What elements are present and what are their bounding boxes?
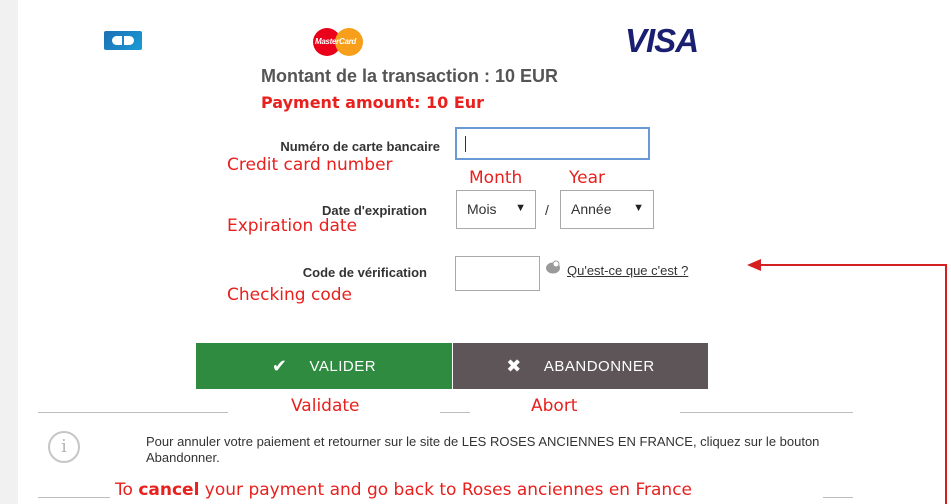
divider <box>823 497 853 498</box>
divider <box>38 497 110 498</box>
dropdown-arrow-icon: ▼ <box>515 202 526 214</box>
card-number-input[interactable] <box>455 127 650 160</box>
checkmark-icon: ✔ <box>271 355 288 376</box>
text-caret <box>465 136 466 152</box>
divider <box>38 412 228 413</box>
card-number-label: Numéro de carte bancaire <box>280 139 440 154</box>
cancel-note-emphasis: cancel <box>138 480 200 500</box>
validate-button[interactable]: ✔ VALIDER <box>196 343 452 389</box>
transaction-amount: Montant de la transaction : 10 EUR <box>261 66 559 86</box>
cancel-info-text: Pour annuler votre paiement et retourner… <box>146 434 820 465</box>
year-translation: Year <box>569 168 605 188</box>
expiry-year-select[interactable]: Année ▼ <box>560 190 654 229</box>
expiry-year-value: Année <box>571 201 612 217</box>
dropdown-arrow-icon: ▼ <box>633 202 644 214</box>
visa-logo: VISA <box>625 22 699 59</box>
card-number-translation: Credit card number <box>227 155 393 175</box>
info-icon: i <box>48 431 80 463</box>
validate-button-label: VALIDER <box>309 357 377 375</box>
left-margin-strip <box>0 0 18 504</box>
cancel-translation-note: To cancel your payment and go back to Ro… <box>115 480 692 500</box>
mastercard-logo: MasterCard <box>313 28 365 56</box>
divider <box>680 412 853 413</box>
what-is-this-link[interactable]: Qu'est-ce que c'est ? <box>567 263 688 278</box>
expiry-month-value: Mois <box>467 201 497 217</box>
payment-amount-translation: Payment amount: 10 Eur <box>261 93 485 112</box>
validate-translation: Validate <box>291 396 360 416</box>
verification-code-input[interactable] <box>455 256 540 291</box>
cancel-note-suffix: your payment and go back to Roses ancien… <box>199 480 693 500</box>
verification-code-translation: Checking code <box>227 285 352 305</box>
close-icon: ✖ <box>506 355 522 376</box>
annotation-arrow-line <box>760 264 947 266</box>
expiration-date-translation: Expiration date <box>227 216 358 236</box>
annotation-arrowhead-icon <box>747 259 761 271</box>
divider <box>440 412 470 413</box>
annotation-arrow-line <box>945 264 947 504</box>
abort-button-label: ABANDONNER <box>543 357 655 375</box>
mastercard-logo-text: MasterCard <box>315 37 357 46</box>
abort-button[interactable]: ✖ ABANDONNER <box>453 343 708 389</box>
verification-code-label: Code de vérification <box>302 265 427 280</box>
help-icon[interactable] <box>545 260 561 274</box>
date-separator: / <box>545 202 549 218</box>
abort-translation: Abort <box>531 396 578 416</box>
month-translation: Month <box>469 168 523 188</box>
cb-card-logo <box>104 31 142 50</box>
cancel-note-prefix: To <box>115 480 139 500</box>
expiry-month-select[interactable]: Mois ▼ <box>456 190 536 229</box>
